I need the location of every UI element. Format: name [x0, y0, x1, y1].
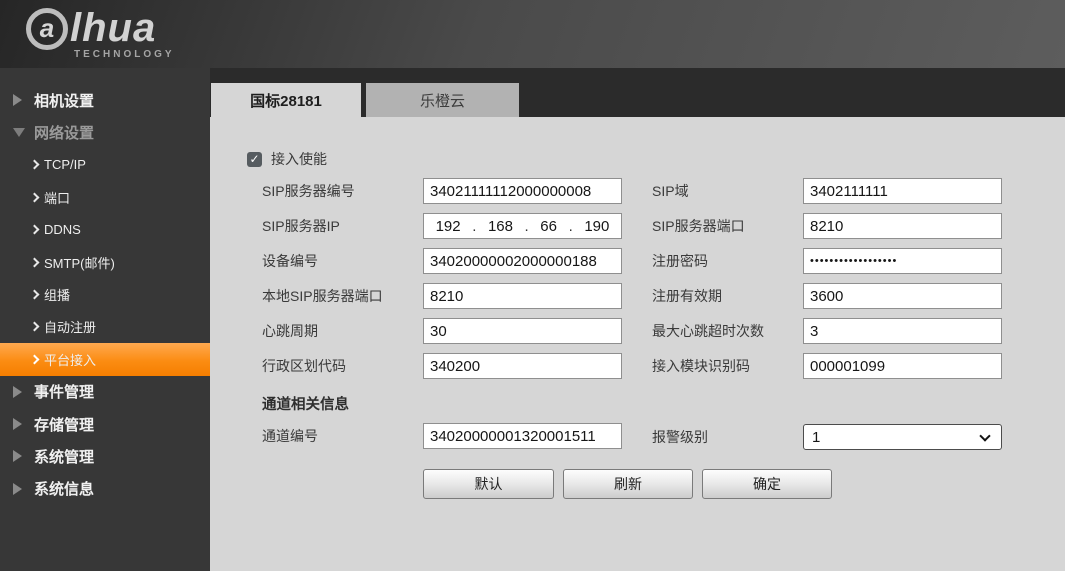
chevron-right-icon — [30, 257, 40, 267]
sip-server-port-field[interactable] — [803, 213, 1002, 239]
collapsed-triangle-icon — [13, 94, 22, 106]
top-header: a lhua TECHNOLOGY — [0, 0, 1065, 68]
sidebar-item-label: SMTP(邮件) — [44, 253, 115, 272]
sidebar-item-storage-management[interactable]: 存储管理 — [0, 408, 210, 440]
tab-gb28181[interactable]: 国标28181 — [211, 83, 361, 117]
chevron-right-icon — [30, 225, 40, 235]
sidebar-item-event-management[interactable]: 事件管理 — [0, 376, 210, 408]
sidebar-item-port[interactable]: 端口 — [0, 181, 210, 213]
sidebar-menu: 相机设置 网络设置 TCP/IP 端口 DDNS SMTP(邮件) — [0, 84, 210, 505]
sidebar-item-system-management[interactable]: 系统管理 — [0, 440, 210, 472]
default-button[interactable]: 默认 — [423, 469, 554, 499]
logo-wordmark: lhua — [70, 6, 156, 51]
sidebar-item-label: 系统信息 — [34, 478, 94, 499]
dahua-logo: a lhua TECHNOLOGY — [26, 6, 175, 60]
access-module-id-field[interactable] — [803, 353, 1002, 379]
chevron-right-icon — [30, 192, 40, 202]
field-label: 心跳周期 — [262, 318, 318, 344]
field-label: 最大心跳超时次数 — [652, 318, 764, 344]
channel-id-field[interactable] — [423, 423, 622, 449]
field-label: SIP服务器编号 — [262, 178, 355, 204]
field-label: 注册密码 — [652, 248, 708, 274]
sidebar-item-network-settings[interactable]: 网络设置 — [0, 116, 210, 148]
tab-list: 国标28181 乐橙云 — [211, 83, 519, 117]
sidebar-item-tcpip[interactable]: TCP/IP — [0, 149, 210, 181]
field-label: SIP服务器IP — [262, 213, 340, 239]
sidebar-item-system-info[interactable]: 系统信息 — [0, 473, 210, 505]
sip-domain-field[interactable] — [803, 178, 1002, 204]
sidebar-item-label: 组播 — [44, 285, 70, 304]
field-label: 设备编号 — [262, 248, 318, 274]
tab-lechange-cloud[interactable]: 乐橙云 — [366, 83, 519, 117]
sidebar-item-label: 事件管理 — [34, 381, 94, 402]
collapsed-triangle-icon — [13, 418, 22, 430]
chevron-right-icon — [30, 354, 40, 364]
access-enable-row: ✓ 接入使能 — [247, 149, 327, 169]
alarm-level-value: 1 — [812, 429, 820, 446]
expanded-triangle-icon — [13, 128, 25, 137]
sidebar-item-multicast[interactable]: 组播 — [0, 278, 210, 310]
field-label: SIP域 — [652, 178, 689, 204]
sidebar-item-label: DDNS — [44, 222, 81, 237]
check-icon: ✓ — [249, 153, 259, 165]
heartbeat-cycle-field[interactable] — [423, 318, 622, 344]
logo-ring-icon: a — [26, 8, 68, 50]
device-id-field[interactable] — [423, 248, 622, 274]
admin-region-code-field[interactable] — [423, 353, 622, 379]
field-label: 报警级别 — [652, 424, 708, 450]
sidebar-item-auto-register[interactable]: 自动注册 — [0, 311, 210, 343]
collapsed-triangle-icon — [13, 386, 22, 398]
ip-octet[interactable]: 192 — [436, 218, 461, 235]
sidebar-item-label: 存储管理 — [34, 414, 94, 435]
collapsed-triangle-icon — [13, 450, 22, 462]
access-enable-label: 接入使能 — [271, 149, 327, 169]
tab-band: 国标28181 乐橙云 — [210, 68, 1065, 117]
ip-octet[interactable]: 190 — [584, 218, 609, 235]
sidebar: 相机设置 网络设置 TCP/IP 端口 DDNS SMTP(邮件) — [0, 68, 210, 571]
sidebar-item-label: 平台接入 — [44, 350, 96, 369]
register-valid-period-field[interactable] — [803, 283, 1002, 309]
collapsed-triangle-icon — [13, 483, 22, 495]
sidebar-item-label: 端口 — [44, 188, 70, 207]
access-enable-checkbox[interactable]: ✓ — [247, 152, 262, 167]
alarm-level-select[interactable]: 1 — [803, 424, 1002, 450]
logo-subtitle: TECHNOLOGY — [74, 49, 175, 60]
sidebar-item-smtp[interactable]: SMTP(邮件) — [0, 246, 210, 278]
field-label: 通道编号 — [262, 423, 318, 449]
ip-separator: . — [569, 218, 573, 235]
sidebar-item-label: 相机设置 — [34, 90, 94, 111]
channel-section-heading: 通道相关信息 — [262, 393, 349, 414]
sidebar-item-ddns[interactable]: DDNS — [0, 214, 210, 246]
sip-server-id-field[interactable] — [423, 178, 622, 204]
dahua-web-ui: a lhua TECHNOLOGY 相机设置 网络设置 TCP/IP 端口 — [0, 0, 1065, 571]
sidebar-item-label: 自动注册 — [44, 317, 96, 336]
refresh-button[interactable]: 刷新 — [563, 469, 693, 499]
sidebar-item-camera-settings[interactable]: 相机设置 — [0, 84, 210, 116]
chevron-right-icon — [30, 322, 40, 332]
ip-octet[interactable]: 168 — [488, 218, 513, 235]
ip-separator: . — [472, 218, 476, 235]
sidebar-item-label: TCP/IP — [44, 157, 86, 172]
chevron-right-icon — [30, 290, 40, 300]
confirm-button[interactable]: 确定 — [702, 469, 832, 499]
max-heartbeat-timeout-field[interactable] — [803, 318, 1002, 344]
field-label: 接入模块识别码 — [652, 353, 750, 379]
sip-server-ip-field[interactable]: 192 . 168 . 66 . 190 — [423, 213, 622, 239]
sidebar-item-label: 系统管理 — [34, 446, 94, 467]
field-label: 注册有效期 — [652, 283, 722, 309]
chevron-right-icon — [30, 160, 40, 170]
sidebar-item-label: 网络设置 — [34, 122, 94, 143]
field-label: 本地SIP服务器端口 — [262, 283, 383, 309]
local-sip-port-field[interactable] — [423, 283, 622, 309]
platform-access-panel: ✓ 接入使能 SIP服务器编号 SIP服务器IP 192 . 168 . 66 … — [210, 117, 1065, 571]
field-label: SIP服务器端口 — [652, 213, 745, 239]
chevron-down-icon — [979, 430, 990, 441]
ip-octet[interactable]: 66 — [540, 218, 557, 235]
ip-separator: . — [525, 218, 529, 235]
register-password-field[interactable] — [803, 248, 1002, 274]
field-label: 行政区划代码 — [262, 353, 346, 379]
sidebar-item-platform-access[interactable]: 平台接入 — [0, 343, 210, 375]
